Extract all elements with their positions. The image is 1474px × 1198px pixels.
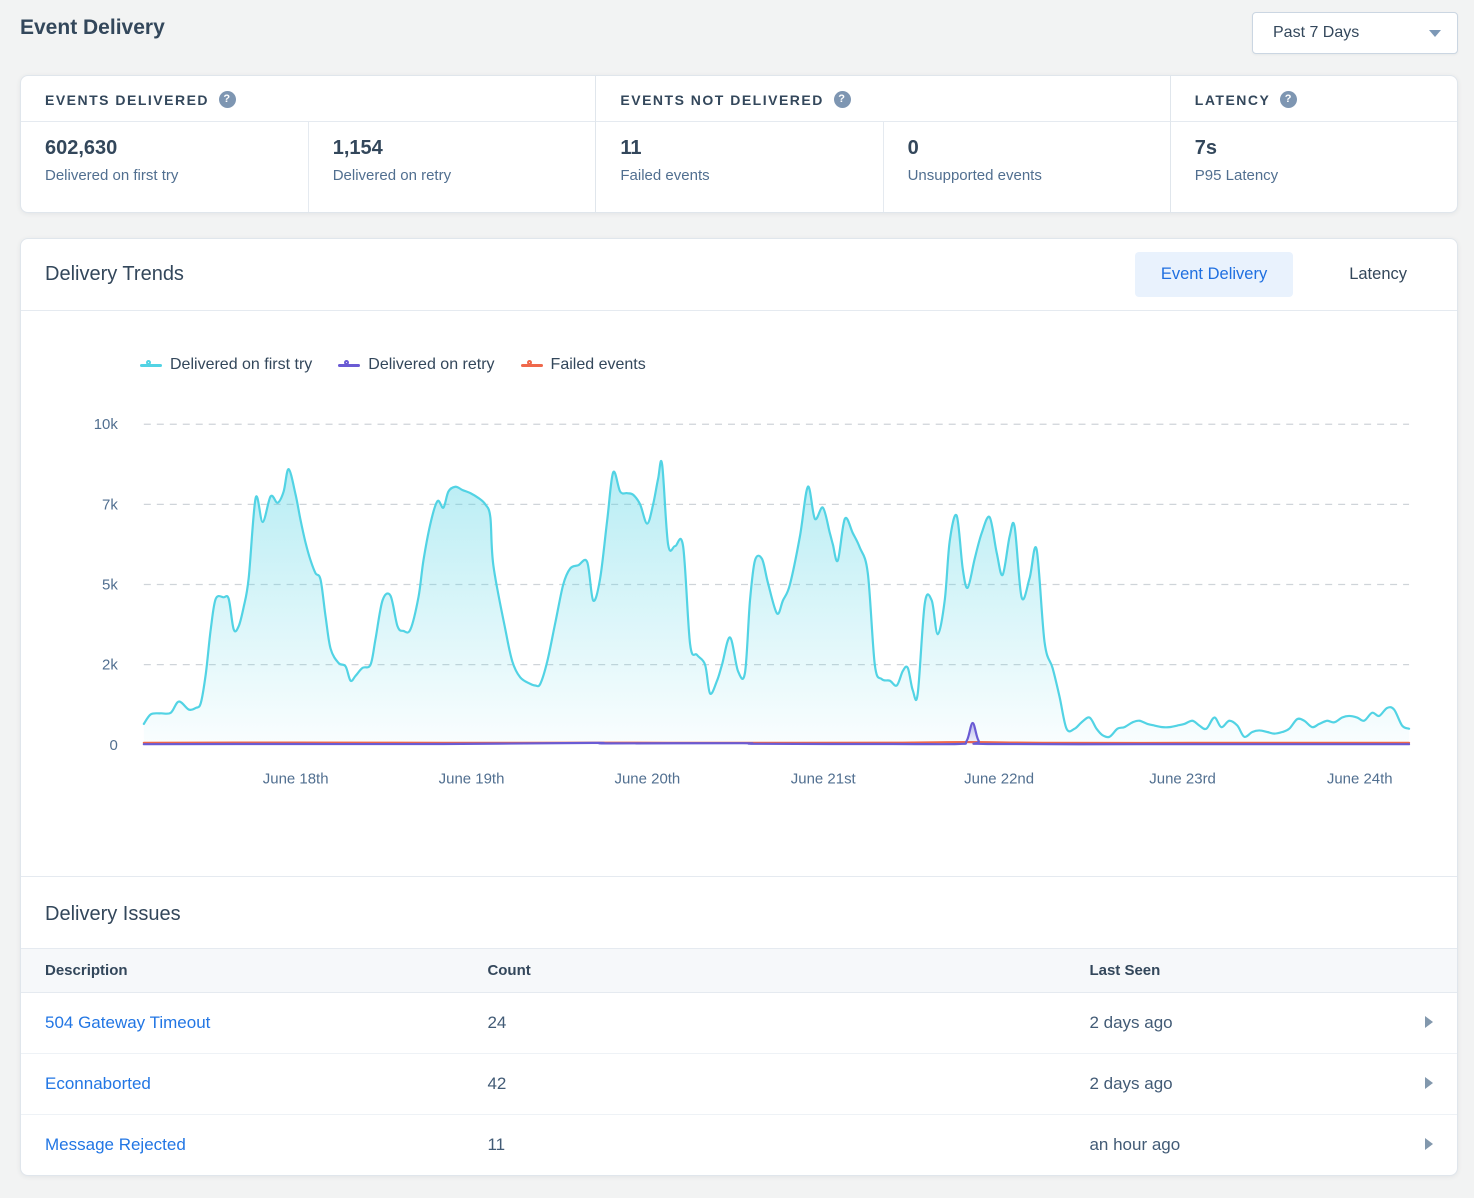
column-header-count: Count xyxy=(463,949,1065,993)
issues-table: Description Count Last Seen 504 Gateway … xyxy=(21,948,1457,1175)
chevron-right-icon[interactable] xyxy=(1425,1016,1433,1028)
metric-label: Failed events xyxy=(620,167,858,184)
table-row[interactable]: Message Rejected 11 an hour ago xyxy=(21,1115,1457,1176)
page-title: Event Delivery xyxy=(20,12,165,40)
svg-text:June 19th: June 19th xyxy=(439,771,505,788)
table-row[interactable]: Econnaborted 42 2 days ago xyxy=(21,1054,1457,1115)
delivery-trends-card: Delivery Trends Event Delivery Latency D… xyxy=(20,238,1458,1176)
svg-text:June 21st: June 21st xyxy=(791,771,857,788)
legend-item-first-try: Delivered on first try xyxy=(140,356,312,374)
issue-link[interactable]: Message Rejected xyxy=(45,1135,186,1154)
metric-p95-latency: 7s P95 Latency xyxy=(1171,122,1457,212)
chevron-right-icon[interactable] xyxy=(1425,1077,1433,1089)
legend-label: Delivered on first try xyxy=(170,356,312,374)
legend-item-retry: Delivered on retry xyxy=(338,356,494,374)
stat-group-label: LATENCY xyxy=(1195,92,1271,108)
stat-group-header: LATENCY ? xyxy=(1171,76,1457,122)
metric-value: 11 xyxy=(620,137,858,160)
column-header-actions xyxy=(1401,949,1457,993)
svg-text:7k: 7k xyxy=(102,496,118,513)
issue-link[interactable]: 504 Gateway Timeout xyxy=(45,1013,210,1032)
tab-latency[interactable]: Latency xyxy=(1323,252,1433,297)
series-marker-icon xyxy=(521,359,543,371)
metric-value: 602,630 xyxy=(45,137,284,160)
legend-label: Delivered on retry xyxy=(368,356,494,374)
series-marker-icon xyxy=(338,359,360,371)
chevron-down-icon xyxy=(1429,30,1441,37)
column-header-last-seen: Last Seen xyxy=(1065,949,1401,993)
issue-count: 24 xyxy=(463,993,1065,1054)
metric-label: P95 Latency xyxy=(1195,167,1433,184)
metric-label: Delivered on retry xyxy=(333,167,572,184)
metric-delivered-first-try: 602,630 Delivered on first try xyxy=(21,122,308,212)
stat-group-header: EVENTS DELIVERED ? xyxy=(21,76,595,122)
stat-cells: 7s P95 Latency xyxy=(1171,122,1457,212)
delivery-trends-chart: 0 2k 5k 7k 10k June 18th June 19th June 20th Jun… xyxy=(21,391,1457,801)
trends-title: Delivery Trends xyxy=(45,263,184,286)
svg-text:5k: 5k xyxy=(102,577,118,594)
trends-header: Delivery Trends Event Delivery Latency xyxy=(21,239,1457,311)
issues-title: Delivery Issues xyxy=(21,877,1457,948)
metric-value: 1,154 xyxy=(333,137,572,160)
svg-text:0: 0 xyxy=(110,737,118,754)
stat-group-header: EVENTS NOT DELIVERED ? xyxy=(596,76,1169,122)
stats-card: EVENTS DELIVERED ? 602,630 Delivered on … xyxy=(20,75,1458,213)
metric-unsupported-events: 0 Unsupported events xyxy=(883,122,1170,212)
svg-text:June 20th: June 20th xyxy=(615,771,681,788)
issue-last-seen: 2 days ago xyxy=(1065,1054,1401,1115)
svg-text:June 18th: June 18th xyxy=(263,771,329,788)
stat-group-label: EVENTS NOT DELIVERED xyxy=(620,92,823,108)
help-icon[interactable]: ? xyxy=(219,91,236,108)
trends-tabs: Event Delivery Latency xyxy=(1135,252,1433,297)
stat-group-events-delivered: EVENTS DELIVERED ? 602,630 Delivered on … xyxy=(21,76,595,212)
metric-label: Delivered on first try xyxy=(45,167,284,184)
issue-last-seen: 2 days ago xyxy=(1065,993,1401,1054)
time-range-select[interactable]: Past 7 Days xyxy=(1252,12,1458,54)
table-row[interactable]: 504 Gateway Timeout 24 2 days ago xyxy=(21,993,1457,1054)
chevron-right-icon[interactable] xyxy=(1425,1138,1433,1150)
legend-label: Failed events xyxy=(551,356,646,374)
legend-item-failed: Failed events xyxy=(521,356,646,374)
stat-cells: 602,630 Delivered on first try 1,154 Del… xyxy=(21,122,595,212)
help-icon[interactable]: ? xyxy=(1280,91,1297,108)
issue-count: 42 xyxy=(463,1054,1065,1115)
issue-link[interactable]: Econnaborted xyxy=(45,1074,151,1093)
stat-group-label: EVENTS DELIVERED xyxy=(45,92,209,108)
metric-label: Unsupported events xyxy=(908,167,1146,184)
delivery-issues-section: Delivery Issues Description Count Last S… xyxy=(21,876,1457,1175)
time-range-value: Past 7 Days xyxy=(1273,24,1359,42)
svg-text:2k: 2k xyxy=(102,657,118,674)
help-icon[interactable]: ? xyxy=(834,91,851,108)
metric-delivered-retry: 1,154 Delivered on retry xyxy=(308,122,596,212)
svg-text:June 24th: June 24th xyxy=(1327,771,1393,788)
series-marker-icon xyxy=(140,359,162,371)
metric-failed-events: 11 Failed events xyxy=(596,122,882,212)
issue-last-seen: an hour ago xyxy=(1065,1115,1401,1176)
tab-event-delivery[interactable]: Event Delivery xyxy=(1135,252,1293,297)
event-delivery-page: Event Delivery Past 7 Days EVENTS DELIVE… xyxy=(0,0,1474,1176)
stat-group-events-not-delivered: EVENTS NOT DELIVERED ? 11 Failed events … xyxy=(595,76,1169,212)
chart-legend: Delivered on first try Delivered on retr… xyxy=(140,353,1457,377)
svg-text:June 22nd: June 22nd xyxy=(964,771,1034,788)
svg-text:10k: 10k xyxy=(94,416,119,433)
chart-area: Delivered on first try Delivered on retr… xyxy=(21,311,1457,876)
svg-text:June 23rd: June 23rd xyxy=(1149,771,1216,788)
topbar: Event Delivery Past 7 Days xyxy=(20,12,1458,54)
stat-cells: 11 Failed events 0 Unsupported events xyxy=(596,122,1169,212)
column-header-description: Description xyxy=(21,949,463,993)
metric-value: 0 xyxy=(908,137,1146,160)
metric-value: 7s xyxy=(1195,137,1433,160)
issues-table-header-row: Description Count Last Seen xyxy=(21,949,1457,993)
issue-count: 11 xyxy=(463,1115,1065,1176)
stat-group-latency: LATENCY ? 7s P95 Latency xyxy=(1170,76,1457,212)
